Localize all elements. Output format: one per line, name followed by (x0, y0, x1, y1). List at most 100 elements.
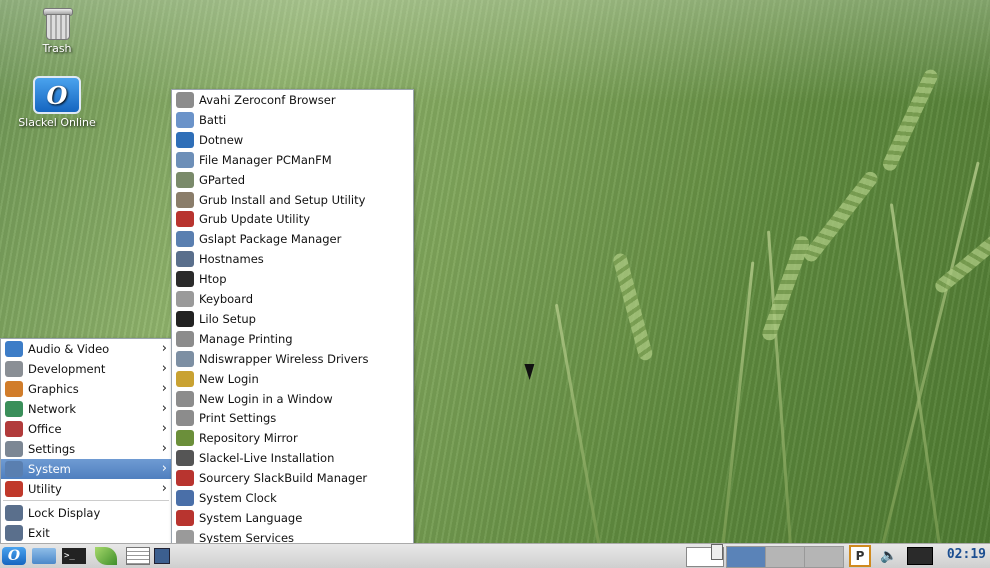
menu-item-office[interactable]: Office › (1, 419, 171, 439)
taskbar-clock[interactable]: 02:19 (947, 547, 986, 562)
menu-item-label: File Manager PCManFM (199, 152, 332, 167)
grub-install-icon (176, 191, 194, 208)
menu-item-label: Office (28, 422, 62, 436)
menu-item-settings[interactable]: Settings › (1, 439, 171, 459)
desktop-icon-label: Slackel Online (18, 116, 96, 129)
menu-item-label: Repository Mirror (199, 431, 298, 446)
menu-item-label: Lilo Setup (199, 311, 256, 326)
chevron-right-icon: › (161, 401, 167, 416)
network-monitor-icon (907, 547, 933, 565)
menu-item-manage-printing[interactable]: Manage Printing (172, 329, 413, 349)
wireless-icon (176, 350, 194, 367)
menu-item-label: Slackel-Live Installation (199, 451, 335, 466)
menu-item-label: Sourcery SlackBuild Manager (199, 471, 368, 486)
login-window-icon (176, 390, 194, 407)
slackel-live-icon (176, 450, 194, 467)
dotnew-icon (176, 131, 194, 148)
menu-item-batti[interactable]: Batti (172, 110, 413, 130)
volume-icon: 🔈 (880, 548, 898, 564)
graphics-icon (5, 381, 23, 397)
avahi-icon (176, 92, 194, 108)
menu-item-label: System Language (199, 510, 303, 525)
menu-item-dotnew[interactable]: Dotnew (172, 130, 413, 150)
menu-item-lilo-setup[interactable]: Lilo Setup (172, 309, 413, 329)
menu-item-gparted[interactable]: GParted (172, 170, 413, 190)
menu-item-sourcery-slackbuild-manager[interactable]: Sourcery SlackBuild Manager (172, 468, 413, 488)
batti-icon (176, 111, 194, 128)
taskbar: O >_ P 🔈 02:19 (0, 543, 990, 568)
menu-item-ndiswrapper-wireless-drivers[interactable]: Ndiswrapper Wireless Drivers (172, 349, 413, 369)
menu-item-exit[interactable]: Exit (1, 523, 171, 543)
desktop-pager-3[interactable] (804, 546, 844, 568)
menu-item-development[interactable]: Development › (1, 359, 171, 379)
desktop-pager-2[interactable] (765, 546, 805, 568)
menu-item-label: New Login (199, 371, 259, 386)
home-folder-button[interactable] (30, 545, 58, 567)
menu-item-system[interactable]: System › (1, 459, 171, 479)
menu-item-new-login[interactable]: New Login (172, 369, 413, 389)
gslapt-icon (176, 231, 194, 248)
lilo-icon (176, 310, 194, 327)
start-menu-button[interactable]: O (0, 545, 28, 567)
keyboard-icon (176, 291, 194, 307)
menu-item-label: Gslapt Package Manager (199, 232, 342, 247)
menu-item-system-clock[interactable]: System Clock (172, 488, 413, 508)
menu-item-label: Network (28, 402, 77, 416)
desktop-pager-1[interactable] (726, 546, 766, 568)
chevron-right-icon: › (161, 461, 167, 476)
settings-icon (5, 441, 23, 457)
hostnames-icon (176, 251, 194, 268)
menu-item-audio-video[interactable]: Audio & Video › (1, 339, 171, 359)
menu-item-utility[interactable]: Utility › (1, 479, 171, 499)
office-icon (5, 421, 23, 437)
menu-item-network[interactable]: Network › (1, 399, 171, 419)
menu-item-file-manager-pcmanfm[interactable]: File Manager PCManFM (172, 150, 413, 170)
menu-item-print-settings[interactable]: Print Settings (172, 408, 413, 428)
system-icon (5, 461, 23, 477)
main-menu: Audio & Video › Development › Graphics › Netwo… (0, 338, 172, 545)
menu-item-avahi-zeroconf-browser[interactable]: Avahi Zeroconf Browser (172, 90, 413, 110)
menu-item-label: Batti (199, 112, 227, 127)
show-desktop-button[interactable] (152, 545, 172, 567)
desktop-icon-trash[interactable]: Trash (12, 6, 102, 55)
audio-video-icon (5, 341, 23, 357)
menu-item-label: Settings (28, 442, 76, 456)
htop-icon (176, 271, 194, 288)
menu-item-htop[interactable]: Htop (172, 269, 413, 289)
menu-item-label: Htop (199, 272, 227, 287)
terminal-button[interactable]: >_ (60, 545, 88, 567)
chevron-right-icon: › (161, 361, 167, 376)
window-toggle[interactable] (686, 544, 724, 567)
menu-item-graphics[interactable]: Graphics › (1, 379, 171, 399)
menu-item-lock-display[interactable]: Lock Display (1, 503, 171, 523)
file-manager-icon (176, 151, 194, 168)
menu-item-keyboard[interactable]: Keyboard (172, 289, 413, 309)
menu-item-label: System Clock (199, 491, 277, 505)
lock-display-icon (5, 505, 23, 521)
pager-icon: P (849, 545, 871, 567)
desktop-icon-label: Trash (42, 42, 72, 55)
system-submenu: Avahi Zeroconf Browser Batti Dotnew File Ma… (171, 89, 414, 568)
menu-item-label: Utility (28, 482, 62, 496)
menu-item-label: Print Settings (199, 411, 277, 426)
menu-item-label: Graphics (28, 382, 79, 396)
menu-item-slackel-live-installation[interactable]: Slackel-Live Installation (172, 448, 413, 468)
pager-tray-button[interactable]: P (848, 545, 872, 567)
volume-button[interactable]: 🔈 (876, 545, 902, 567)
text-editor-button[interactable] (124, 545, 152, 567)
chevron-right-icon: › (161, 341, 167, 356)
desktop-icon-slackel-online[interactable]: O Slackel Online (12, 76, 102, 129)
menu-item-new-login-in-a-window[interactable]: New Login in a Window (172, 389, 413, 409)
home-folder-icon (32, 548, 56, 564)
menu-item-grub-update-utility[interactable]: Grub Update Utility (172, 209, 413, 229)
utility-icon (5, 481, 23, 497)
exit-icon (5, 525, 23, 541)
network-monitor-button[interactable] (906, 545, 934, 567)
language-icon (176, 509, 194, 526)
menu-item-system-language[interactable]: System Language (172, 508, 413, 528)
menu-item-gslapt-package-manager[interactable]: Gslapt Package Manager (172, 229, 413, 249)
menu-item-grub-install-and-setup-utility[interactable]: Grub Install and Setup Utility (172, 190, 413, 210)
menu-item-repository-mirror[interactable]: Repository Mirror (172, 428, 413, 448)
leaf-button[interactable] (92, 545, 120, 567)
menu-item-hostnames[interactable]: Hostnames (172, 249, 413, 269)
